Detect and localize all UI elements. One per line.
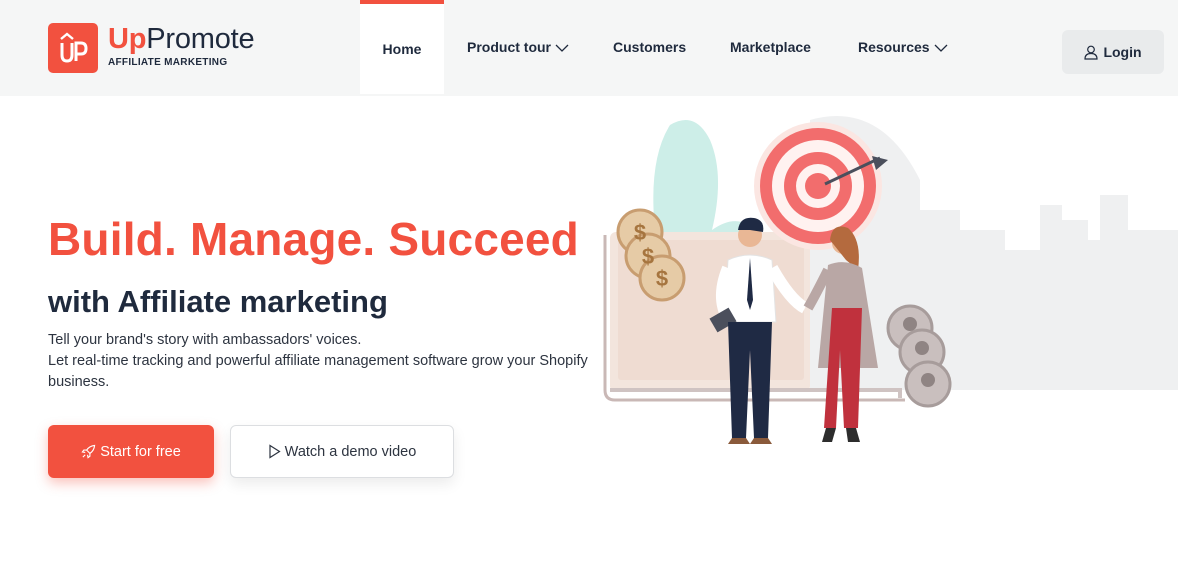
user-icon [1084, 45, 1099, 60]
hero-title: Build. Manage. Succeed [48, 213, 579, 265]
brand-tagline: AFFILIATE MARKETING [108, 57, 228, 68]
logo-mark-icon [48, 23, 98, 73]
brand-name-rest: Promote [146, 23, 255, 55]
hero-description-line: Let real-time tracking and powerful affi… [48, 353, 588, 390]
nav-product-tour[interactable]: Product tour [467, 0, 569, 94]
login-button[interactable]: Login [1062, 30, 1164, 74]
start-for-free-label: Start for free [100, 443, 181, 460]
chevron-down-icon [934, 44, 948, 52]
nav-marketplace-label: Marketplace [730, 39, 811, 55]
hero-illustration: $ $ $ [603, 116, 1178, 444]
nav-home-label: Home [382, 41, 422, 57]
nav-product-tour-label: Product tour [467, 39, 551, 55]
nav-customers[interactable]: Customers [613, 0, 686, 94]
brand-logo[interactable]: UpPromote AFFILIATE MARKETING [48, 23, 255, 73]
watch-demo-button[interactable]: Watch a demo video [230, 425, 454, 478]
nav-resources[interactable]: Resources [858, 0, 948, 94]
hero-subtitle: with Affiliate marketing [48, 284, 388, 319]
play-icon [269, 444, 281, 459]
nav-customers-label: Customers [613, 39, 687, 55]
hero-description: Tell your brand's story with ambassadors… [48, 330, 608, 393]
brand-name-prefix: Up [108, 23, 147, 55]
chevron-down-icon [555, 44, 569, 52]
site-header: UpPromote AFFILIATE MARKETING Home Produ… [0, 0, 1178, 96]
svg-text:$: $ [634, 220, 646, 245]
nav-resources-label: Resources [858, 39, 930, 55]
login-label: Login [1103, 44, 1142, 60]
rocket-icon [81, 444, 96, 459]
nav-marketplace[interactable]: Marketplace [730, 0, 811, 94]
nav-home[interactable]: Home [360, 0, 444, 94]
svg-text:$: $ [656, 266, 668, 291]
watch-demo-label: Watch a demo video [284, 443, 417, 460]
brand-name: UpPromote [108, 23, 255, 55]
svg-text:$: $ [642, 244, 654, 269]
start-for-free-button[interactable]: Start for free [48, 425, 214, 478]
hero-description-line: Tell your brand's story with ambassadors… [48, 332, 362, 348]
